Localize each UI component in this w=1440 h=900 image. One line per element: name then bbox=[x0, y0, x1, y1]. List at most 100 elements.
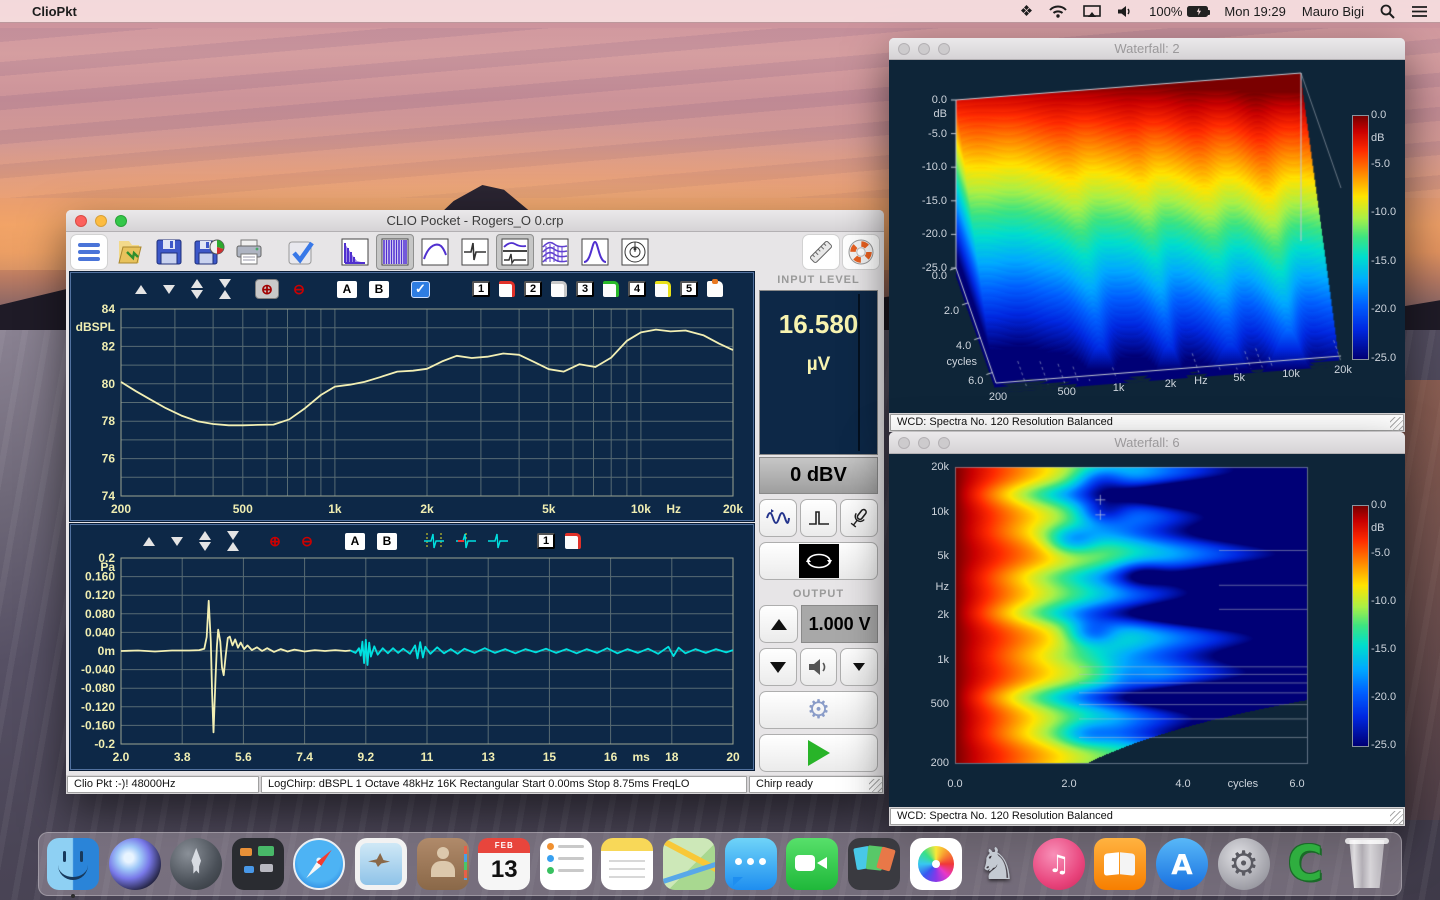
scale-down-button[interactable] bbox=[171, 531, 183, 551]
memory-4-button[interactable]: 4 bbox=[628, 281, 646, 297]
memory-folder-icon[interactable] bbox=[499, 281, 515, 297]
memory-folder-icon[interactable] bbox=[655, 281, 671, 297]
marker-a-button[interactable]: A bbox=[337, 281, 357, 298]
analysis-fft-button[interactable] bbox=[336, 234, 374, 270]
zoom-button[interactable] bbox=[938, 43, 950, 55]
zoom-in-button[interactable]: ⊕ bbox=[263, 531, 287, 551]
dock-finder-icon[interactable] bbox=[47, 838, 99, 890]
dropbox-icon[interactable]: ❖ bbox=[1020, 2, 1033, 20]
dock-notes-icon[interactable] bbox=[601, 838, 653, 890]
marker-b-button[interactable]: B bbox=[369, 281, 389, 298]
resize-grip[interactable] bbox=[869, 779, 883, 793]
frequency-response-chart[interactable]: 84dBSPL82807876742005001k2k5k10kHz20k bbox=[71, 301, 751, 519]
dock-maps-icon[interactable] bbox=[663, 838, 715, 890]
dock-app-store-icon[interactable]: A bbox=[1156, 838, 1208, 890]
output-up-button[interactable] bbox=[759, 605, 798, 643]
window-start-tool-button[interactable] bbox=[423, 531, 445, 551]
measure-ruler-button[interactable] bbox=[802, 234, 840, 270]
dock-launchpad-icon[interactable] bbox=[170, 838, 222, 890]
analysis-dual-view-button[interactable] bbox=[496, 234, 534, 270]
analysis-impulse-button[interactable] bbox=[456, 234, 494, 270]
dock-trash-icon[interactable] bbox=[1341, 838, 1393, 890]
dock-reminders-icon[interactable] bbox=[540, 838, 592, 890]
open-file-button[interactable] bbox=[110, 234, 148, 270]
main-menu-button[interactable] bbox=[70, 234, 108, 270]
autorange-button[interactable] bbox=[759, 542, 878, 580]
settings-button[interactable]: ⚙ bbox=[759, 691, 878, 729]
dock-system-preferences-icon[interactable]: ⚙ bbox=[1218, 838, 1270, 890]
zoom-in-button[interactable]: ⊕ bbox=[255, 279, 279, 299]
save-button[interactable] bbox=[150, 234, 188, 270]
impulse-response-chart[interactable]: 0.2Pa0.1600.1200.0800.0400m-0.040-0.080-… bbox=[71, 553, 751, 769]
memory-3-button[interactable]: 3 bbox=[576, 281, 594, 297]
dock-messages-icon[interactable] bbox=[725, 838, 777, 890]
dock-contacts-icon[interactable] bbox=[417, 838, 469, 890]
generator-pulse-button[interactable] bbox=[800, 499, 838, 537]
scale-up-button[interactable] bbox=[135, 279, 147, 299]
waterfall6-title-bar[interactable]: Waterfall: 6 bbox=[889, 432, 1405, 454]
memory-2-button[interactable]: 2 bbox=[524, 281, 542, 297]
analysis-waterfall-button[interactable] bbox=[536, 234, 574, 270]
frequency-response-panel[interactable]: ⊕ ⊖ A B ✓ 12345 84dBSPL82807876742005001… bbox=[70, 272, 754, 521]
dock-safari-icon[interactable] bbox=[293, 838, 345, 890]
help-lifebuoy-button[interactable] bbox=[842, 234, 880, 270]
memory-folder-red-icon[interactable] bbox=[565, 533, 581, 549]
save-as-button[interactable] bbox=[190, 234, 228, 270]
memory-1-button[interactable]: 1 bbox=[537, 533, 555, 549]
waterfall6-plot[interactable]: 0.0dB-5.0-10.0-15.0-20.0-25.020k10k5kHz2… bbox=[889, 454, 1405, 807]
waterfall2-title-bar[interactable]: Waterfall: 2 bbox=[889, 38, 1405, 60]
output-unit-dropdown[interactable] bbox=[840, 648, 878, 686]
expand-scale-button[interactable] bbox=[199, 531, 211, 551]
expand-scale-button[interactable] bbox=[191, 279, 203, 299]
verify-button[interactable] bbox=[282, 234, 320, 270]
dock-siri-icon[interactable] bbox=[109, 838, 161, 890]
generator-chirp-button[interactable] bbox=[759, 499, 797, 537]
compress-scale-button[interactable] bbox=[227, 531, 239, 551]
impulse-marker-tool-button[interactable] bbox=[487, 531, 509, 551]
analysis-bandpass-button[interactable] bbox=[576, 234, 614, 270]
wifi-icon[interactable] bbox=[1049, 5, 1067, 18]
zoom-out-button[interactable]: ⊖ bbox=[287, 279, 311, 299]
scale-up-button[interactable] bbox=[143, 531, 155, 551]
full-scale-range[interactable]: 0 dBV bbox=[759, 457, 878, 494]
memory-1-button[interactable]: 1 bbox=[472, 281, 490, 297]
spotlight-search-icon[interactable] bbox=[1380, 4, 1395, 19]
dock-itunes-icon[interactable]: ♫ bbox=[1033, 838, 1085, 890]
start-measurement-button[interactable] bbox=[759, 734, 878, 772]
compress-scale-button[interactable] bbox=[219, 279, 231, 299]
memory-folder-icon[interactable] bbox=[707, 281, 723, 297]
window-stop-tool-button[interactable] bbox=[455, 531, 477, 551]
waterfall2-plot[interactable]: 0.0dB-5.0-10.0-15.0-20.0-25.00.0dB-5.0-1… bbox=[889, 60, 1405, 413]
scale-down-button[interactable] bbox=[163, 279, 175, 299]
memory-folder-icon[interactable] bbox=[551, 281, 567, 297]
impulse-response-panel[interactable]: ⊕ ⊖ A B 1 0.2Pa0.1600.1200.0800.0400m-0.… bbox=[70, 524, 754, 770]
analysis-chirp-button[interactable] bbox=[376, 234, 414, 270]
overlay-toggle-checkbox[interactable]: ✓ bbox=[411, 281, 430, 298]
close-button[interactable] bbox=[898, 437, 910, 449]
dock-chess-icon[interactable]: ♞ bbox=[971, 838, 1023, 890]
menu-user[interactable]: Mauro Bigi bbox=[1302, 4, 1364, 19]
minimize-button[interactable] bbox=[95, 215, 107, 227]
dock-mail-icon[interactable] bbox=[355, 838, 407, 890]
notification-center-icon[interactable] bbox=[1411, 5, 1428, 18]
volume-icon[interactable] bbox=[1117, 5, 1133, 18]
dock-photos-icon[interactable] bbox=[910, 838, 962, 890]
resize-grip[interactable] bbox=[1390, 417, 1404, 431]
dock-calendar-icon[interactable]: FEB13 bbox=[478, 838, 530, 890]
analysis-polar-button[interactable] bbox=[616, 234, 654, 270]
minimize-button[interactable] bbox=[918, 43, 930, 55]
print-button[interactable] bbox=[230, 234, 268, 270]
dock-mission-control-icon[interactable] bbox=[232, 838, 284, 890]
app-menu-title[interactable]: ClioPkt bbox=[32, 4, 77, 19]
microphone-button[interactable] bbox=[840, 499, 878, 537]
output-down-button[interactable] bbox=[759, 648, 797, 686]
waterfall-colormap-canvas[interactable] bbox=[889, 454, 1405, 807]
battery-indicator[interactable]: 100% bbox=[1149, 4, 1208, 19]
zoom-button[interactable] bbox=[938, 437, 950, 449]
zoom-out-button[interactable]: ⊖ bbox=[295, 531, 319, 551]
airplay-display-icon[interactable] bbox=[1083, 5, 1101, 18]
dock-photo-booth-icon[interactable] bbox=[848, 838, 900, 890]
analysis-frequency-response-button[interactable] bbox=[416, 234, 454, 270]
dock-clio-icon[interactable]: C bbox=[1279, 838, 1331, 890]
output-mute-button[interactable] bbox=[800, 648, 838, 686]
